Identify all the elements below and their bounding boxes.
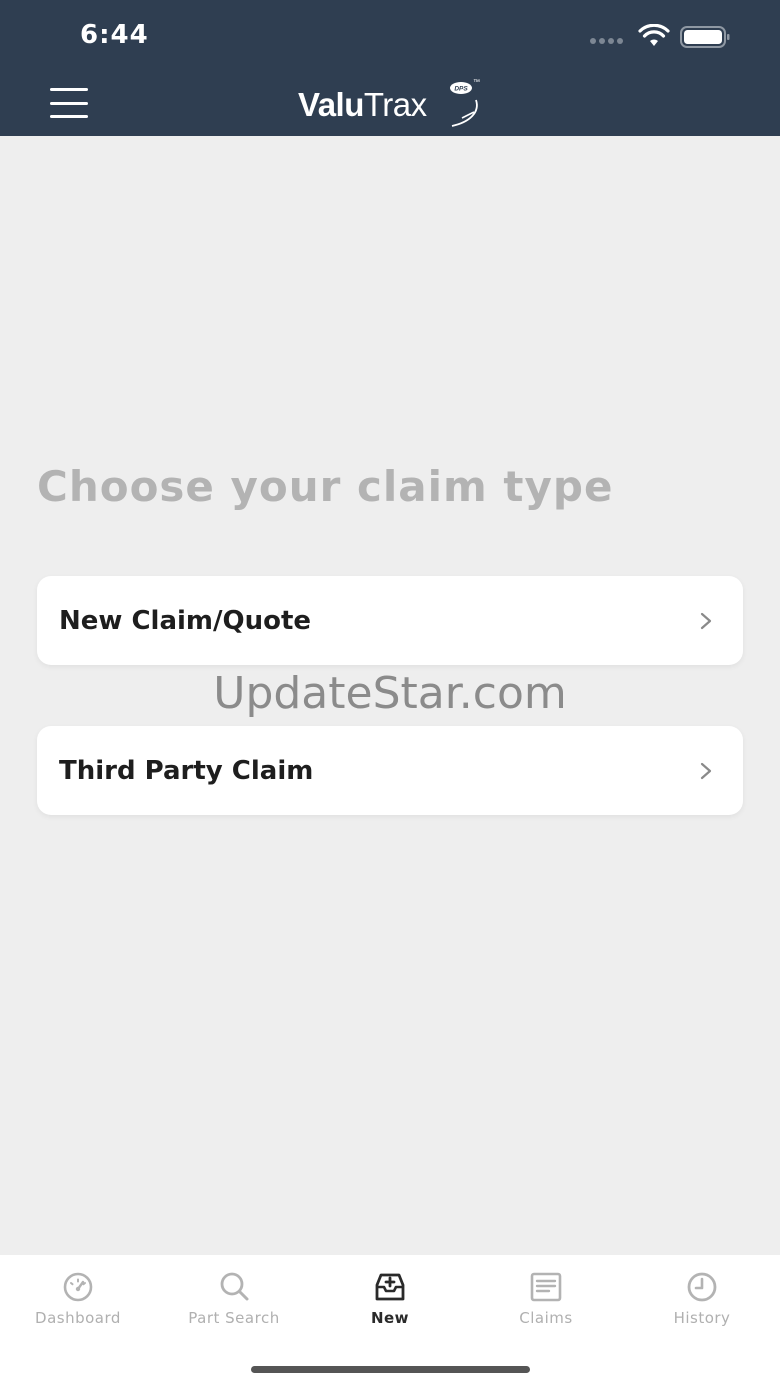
chevron-right-icon [700, 762, 712, 779]
tab-history[interactable]: History [624, 1255, 780, 1387]
new-claim-quote-option[interactable]: New Claim/Quote [37, 576, 743, 665]
document-icon [530, 1272, 562, 1302]
option-label: Third Party Claim [59, 755, 314, 786]
watermark-text: UpdateStar.com [213, 668, 567, 719]
tab-label: Dashboard [35, 1309, 121, 1327]
status-time: 6:44 [80, 20, 149, 50]
chevron-right-icon [700, 612, 712, 629]
valutrax-logo: Valu Trax DPS ™ [298, 78, 488, 132]
app-header: 6:44 Valu Trax DPS ™ [0, 0, 780, 136]
home-indicator[interactable] [251, 1366, 530, 1373]
logo-text-bold: Valu [298, 86, 364, 123]
logo-badge-text: DPS [454, 86, 468, 93]
battery-icon [680, 26, 730, 48]
option-label: New Claim/Quote [59, 605, 312, 636]
search-icon [220, 1272, 249, 1301]
cellular-signal-icon [590, 38, 623, 44]
tab-label: Claims [519, 1309, 573, 1327]
logo-swoosh-icon: DPS ™ [450, 79, 480, 127]
tab-dashboard[interactable]: Dashboard [0, 1255, 156, 1387]
wifi-icon [638, 24, 670, 46]
inbox-plus-icon [375, 1273, 405, 1301]
gauge-icon [63, 1272, 93, 1302]
logo-tm-text: ™ [473, 79, 480, 86]
menu-button[interactable] [50, 88, 88, 118]
third-party-claim-option[interactable]: Third Party Claim [37, 726, 743, 815]
tab-label: Part Search [188, 1309, 280, 1327]
clock-icon [687, 1272, 717, 1302]
tab-label: New [370, 1309, 410, 1327]
page-title: Choose your claim type [37, 462, 614, 511]
tab-label: History [673, 1309, 731, 1327]
